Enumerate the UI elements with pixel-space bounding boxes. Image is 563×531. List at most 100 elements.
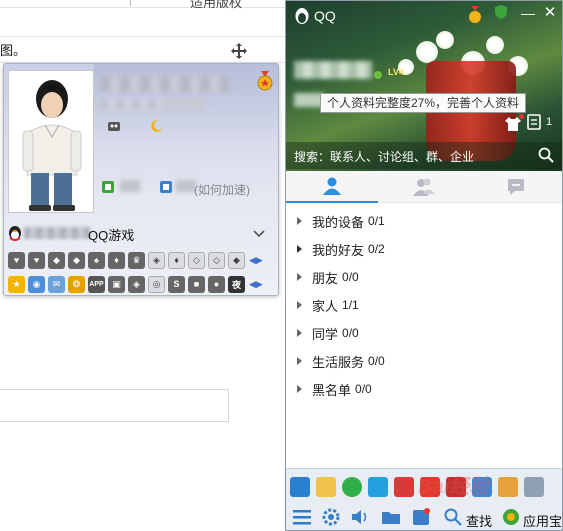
search-placeholder: 搜索：联系人、讨论组、群、企业	[294, 150, 475, 164]
minimize-button[interactable]: —	[521, 5, 535, 21]
toolbar-divider	[130, 0, 131, 6]
skin-shirt-icon[interactable]	[505, 117, 521, 131]
night-badge-icon[interactable]: 夜	[228, 275, 245, 293]
list-item[interactable]: 黑名单 0/0	[286, 377, 562, 401]
chat-bubble-icon	[508, 179, 524, 195]
list-item[interactable]: 家人 1/1	[286, 293, 562, 317]
badge-scroll-arrow-icon[interactable]: ◀▶	[249, 279, 263, 290]
contact-person-icon	[323, 177, 341, 195]
list-item[interactable]: 我的好友 0/2	[286, 237, 562, 261]
medal-icon[interactable]	[468, 6, 482, 24]
find-search-icon[interactable]	[443, 507, 463, 527]
close-button[interactable]: ✕	[542, 4, 558, 22]
gem-badge-icon[interactable]: ♦	[168, 251, 185, 269]
speaker-icon[interactable]	[350, 507, 370, 527]
avatar-show[interactable]	[8, 70, 94, 213]
qq-game-row[interactable]: QQ游戏	[4, 222, 278, 244]
window-title: QQ	[314, 8, 336, 24]
app-badge-icon[interactable]: APP	[88, 275, 105, 293]
search-input[interactable]: 搜索：联系人、讨论组、群、企业	[286, 142, 562, 169]
tab-groups[interactable]	[378, 171, 470, 203]
flower-decoration	[486, 36, 504, 54]
list-item[interactable]: 我的设备 0/1	[286, 209, 562, 233]
gem-badge-icon[interactable]: ◇	[188, 251, 205, 269]
qq-main-window: QQ — ✕ LV4 个人资料完整度27%，完善个人资料 1 搜索：联系人、讨论…	[285, 0, 563, 531]
badge-scroll-arrow-icon[interactable]: ◀▶	[249, 255, 263, 266]
diamond-badge-icon[interactable]: ◆	[48, 251, 65, 269]
shield-icon[interactable]	[495, 5, 507, 19]
heart-badge-icon[interactable]: ♥	[8, 251, 25, 269]
stock-app-icon[interactable]	[394, 477, 414, 497]
hexagon-badge-icon[interactable]: ●	[208, 275, 225, 293]
profile-completeness-tooltip[interactable]: 个人资料完整度27%，完善个人资料	[320, 93, 527, 113]
tab-contacts[interactable]	[286, 171, 378, 203]
video-badge-icon[interactable]: ■	[188, 275, 205, 293]
qq-header: QQ — ✕ LV4 个人资料完整度27%，完善个人资料 1 搜索：联系人、讨论…	[286, 1, 562, 171]
avatar-figure-icon	[22, 80, 82, 211]
group-name: 生活服务	[312, 354, 365, 370]
app-store-button[interactable]: 应用宝	[523, 511, 562, 530]
main-menu-icon[interactable]	[292, 507, 312, 527]
level-badge[interactable]: LV4	[388, 67, 404, 77]
video-app-icon[interactable]	[368, 477, 388, 497]
document-toolbar-edge: 适用版权	[0, 0, 290, 10]
heart-badge-icon[interactable]: ♥	[28, 251, 45, 269]
folder-icon[interactable]	[381, 507, 401, 527]
moon-icon[interactable]	[150, 119, 164, 133]
gem-badge-icon[interactable]: ♦	[108, 251, 125, 269]
star-badge-icon[interactable]: ★	[8, 275, 25, 293]
gem-badge-icon[interactable]: ◆	[228, 251, 245, 269]
all-apps-grid-icon[interactable]	[524, 477, 544, 497]
badge-row-2: ★ ◉ ✉ ❂ APP ▣ ◈ ◎ S ■ ● 夜 ◀▶	[8, 273, 276, 295]
security-badge-icon[interactable]: ◎	[148, 275, 165, 293]
robot-icon[interactable]	[107, 120, 121, 132]
profile-card: (如何加速) QQ游戏 ♥ ♥ ◆ ◆ ♠ ♦ ♛ ◈ ♦ ◇ ◇ ◆ ◀▶ ★…	[3, 63, 279, 296]
classroom-app-icon[interactable]	[290, 477, 310, 497]
group-people-icon	[413, 178, 435, 196]
pet-app-icon[interactable]	[498, 477, 518, 497]
collapsed-arrow-icon	[297, 245, 302, 253]
gem-badge-icon[interactable]: ◈	[148, 251, 165, 269]
camera-badge-icon[interactable]: ▣	[108, 275, 125, 293]
crown-badge-icon[interactable]: ♛	[128, 251, 145, 269]
favorites-icon[interactable]	[411, 507, 431, 527]
group-name: 家人	[312, 298, 339, 314]
collapsed-arrow-icon	[297, 273, 302, 281]
mail-badge-icon[interactable]: ✉	[48, 275, 65, 293]
settings-gear-icon[interactable]	[321, 507, 341, 527]
document-input-box[interactable]	[0, 389, 229, 422]
collapsed-arrow-icon	[297, 301, 302, 309]
document-text-line: 图。	[0, 43, 27, 58]
gem-badge-icon[interactable]: ◇	[208, 251, 225, 269]
list-item[interactable]: 朋友 0/0	[286, 265, 562, 289]
flower-decoration	[436, 31, 454, 49]
app-store-icon[interactable]	[501, 507, 521, 527]
blurred-signature-extra	[164, 98, 204, 110]
move-handle-icon[interactable]	[230, 42, 248, 60]
diamond-badge-icon[interactable]: ◆	[68, 251, 85, 269]
group-count: 0/0	[342, 326, 359, 340]
list-item[interactable]: 生活服务 0/0	[286, 349, 562, 373]
penguin-badge-icon[interactable]: ♠	[88, 251, 105, 269]
qq-game-app-icon[interactable]	[316, 477, 336, 497]
blurred-level	[120, 180, 140, 192]
online-status-icon[interactable]	[374, 71, 382, 79]
shield-badge-icon[interactable]: ❂	[68, 275, 85, 293]
table-rule	[0, 36, 290, 37]
find-button[interactable]: 查找	[466, 511, 492, 530]
search-icon[interactable]	[538, 147, 554, 163]
group-count: 0/1	[368, 214, 385, 228]
medal-icon[interactable]	[257, 71, 273, 91]
diamond-badge-icon[interactable]: ◈	[128, 275, 145, 293]
speed-hint-link[interactable]: (如何加速)	[194, 181, 250, 198]
group-name: 朋友	[312, 270, 339, 286]
list-item[interactable]: 同学 0/0	[286, 321, 562, 345]
music-badge-icon[interactable]: S	[168, 275, 185, 293]
chevron-down-icon[interactable]	[252, 226, 266, 240]
notification-dot	[519, 114, 524, 119]
tab-conversations[interactable]	[470, 171, 562, 203]
music-app-icon[interactable]	[342, 477, 362, 497]
message-box-icon[interactable]	[527, 114, 541, 130]
eye-badge-icon[interactable]: ◉	[28, 275, 45, 293]
qq-penguin-icon	[9, 226, 21, 241]
